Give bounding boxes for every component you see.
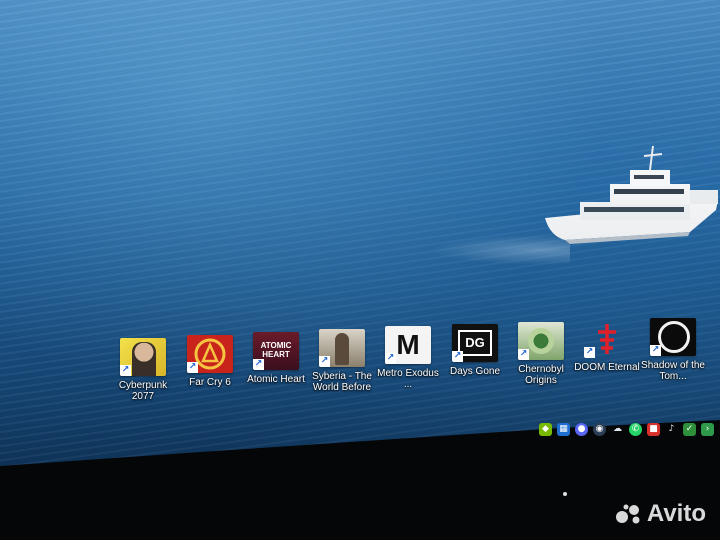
- desktop-icon-label: Shadow of the Tom...: [641, 360, 705, 382]
- shortcut-arrow-icon: ↗: [650, 345, 661, 356]
- power-led: [563, 492, 567, 496]
- security-icon[interactable]: ■: [647, 422, 660, 436]
- shadow-tomb-icon: ↗: [650, 318, 696, 356]
- nvidia-icon[interactable]: ◆: [539, 422, 552, 436]
- shortcut-arrow-icon: ↗: [319, 356, 330, 367]
- desktop-icon-label: DOOM Eternal: [574, 362, 640, 373]
- desktop-icon-syberia[interactable]: ↗ Syberia - The World Before: [307, 329, 377, 393]
- desktop-icon-days-gone[interactable]: DG ↗ Days Gone: [440, 324, 510, 377]
- desktop-icon-label: Metro Exodus ...: [377, 368, 439, 390]
- whatsapp-icon[interactable]: ✆: [629, 422, 642, 436]
- shortcut-arrow-icon: ↗: [253, 359, 264, 370]
- shortcut-arrow-icon: ↗: [518, 349, 529, 360]
- shortcut-arrow-icon: ↗: [187, 362, 198, 373]
- desktop-icon-chernobyl[interactable]: ↗ Chernobyl Origins: [506, 322, 576, 386]
- shortcut-arrow-icon: ↗: [584, 347, 595, 358]
- syberia-icon: ↗: [319, 329, 365, 367]
- shortcut-arrow-icon: ↗: [385, 353, 396, 364]
- desktop-icon-label: Cyberpunk 2077: [118, 380, 168, 402]
- speaker-icon[interactable]: ♪: [665, 423, 678, 436]
- doom-icon: ↗: [584, 320, 630, 358]
- desktop-icon-label: Atomic Heart: [247, 374, 305, 385]
- watermark-text: Avito: [646, 500, 706, 527]
- atomic-heart-logo-text: ATOMIC HEART: [260, 341, 292, 359]
- yacht-image: [545, 145, 718, 244]
- desktop-icon-atomic-heart[interactable]: ATOMIC HEART ↗ Atomic Heart: [241, 332, 311, 385]
- atomic-heart-icon: ATOMIC HEART ↗: [253, 332, 299, 370]
- chevron-icon[interactable]: ›: [701, 422, 714, 436]
- farcry-icon: ↗: [187, 335, 233, 373]
- desktop-icon-shadow-tomb[interactable]: ↗ Shadow of the Tom...: [638, 318, 708, 382]
- shortcut-arrow-icon: ↗: [120, 365, 131, 376]
- shield-icon[interactable]: ✓: [683, 422, 696, 436]
- cloud-icon[interactable]: ☁: [611, 423, 624, 436]
- avito-watermark: Avito: [615, 500, 706, 528]
- chernobyl-icon: ↗: [518, 322, 564, 360]
- days-gone-logo-text: DG: [458, 330, 492, 356]
- desktop-icon-label: Syberia - The World Before: [312, 371, 372, 393]
- network-icon[interactable]: ▦: [557, 422, 570, 436]
- steam-icon[interactable]: ◉: [593, 422, 606, 436]
- system-tray: ◆ ▦ ● ◉ ☁ ✆ ■ ♪ ✓ ›: [535, 418, 720, 440]
- shortcut-arrow-icon: ↗: [452, 351, 463, 362]
- desktop-icon-label: Days Gone: [449, 366, 501, 377]
- desktop-icon-cyberpunk[interactable]: ↗ Cyberpunk 2077: [108, 338, 178, 402]
- metro-icon: M ↗: [385, 326, 431, 364]
- desktop-icon-label: Far Cry 6: [189, 377, 231, 388]
- desktop-icon-metro[interactable]: M ↗ Metro Exodus ...: [373, 326, 443, 390]
- desktop-icon-farcry[interactable]: ↗ Far Cry 6: [175, 335, 245, 388]
- avito-logo-icon: [615, 504, 640, 524]
- desktop-icon-label: Chernobyl Origins: [518, 364, 564, 386]
- cyberpunk-icon: ↗: [120, 338, 166, 376]
- discord-icon[interactable]: ●: [575, 422, 588, 436]
- days-gone-icon: DG ↗: [452, 324, 498, 362]
- desktop-icon-doom[interactable]: ↗ DOOM Eternal: [572, 320, 642, 373]
